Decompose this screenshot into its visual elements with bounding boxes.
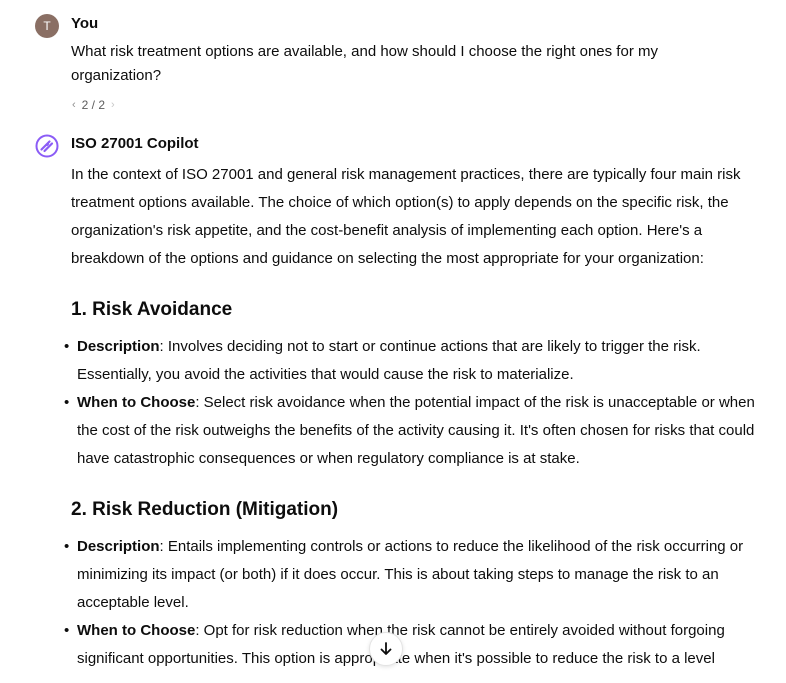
item-label: When to Choose [77,622,196,639]
assistant-message-body: In the context of ISO 27001 and general … [64,161,771,673]
user-message-text: What risk treatment options are availabl… [71,43,658,84]
arrow-down-icon [380,642,392,655]
section-heading: 2. Risk Reduction (Mitigation) [71,499,339,520]
list-item: • When to Choose: Select risk avoidance … [64,389,771,473]
list-item: • When to Choose: Opt for risk reduction… [64,617,771,673]
section-heading: 1. Risk Avoidance [71,299,233,320]
list-item: • Description: Entails implementing cont… [64,533,771,617]
chevron-left-icon[interactable]: ‹ [72,99,76,111]
bullet: • [64,538,70,555]
copilot-logo-icon [35,134,59,158]
bullet: • [64,394,70,411]
item-label: Description [77,538,160,555]
bullet: • [64,622,70,639]
pager-label: 2 / 2 [81,98,106,112]
intro-paragraph: In the context of ISO 27001 and general … [71,166,741,267]
item-label: Description [77,338,160,355]
list-item: • Description: Involves deciding not to … [64,333,771,389]
item-label: When to Choose [77,394,196,411]
bullet: • [64,338,70,355]
scroll-to-bottom-button[interactable] [369,632,403,666]
section-list: • Description: Involves deciding not to … [64,333,771,473]
user-author-name: You [71,15,99,32]
chevron-right-icon[interactable]: › [111,99,115,111]
section-list: • Description: Entails implementing cont… [64,533,771,673]
item-text: : Involves deciding not to start or cont… [77,338,701,383]
item-text: : Entails implementing controls or actio… [77,538,744,611]
response-pager: ‹ 2 / 2 › [72,98,115,112]
assistant-author-name: ISO 27001 Copilot [71,135,199,152]
user-avatar[interactable]: T [35,14,59,38]
